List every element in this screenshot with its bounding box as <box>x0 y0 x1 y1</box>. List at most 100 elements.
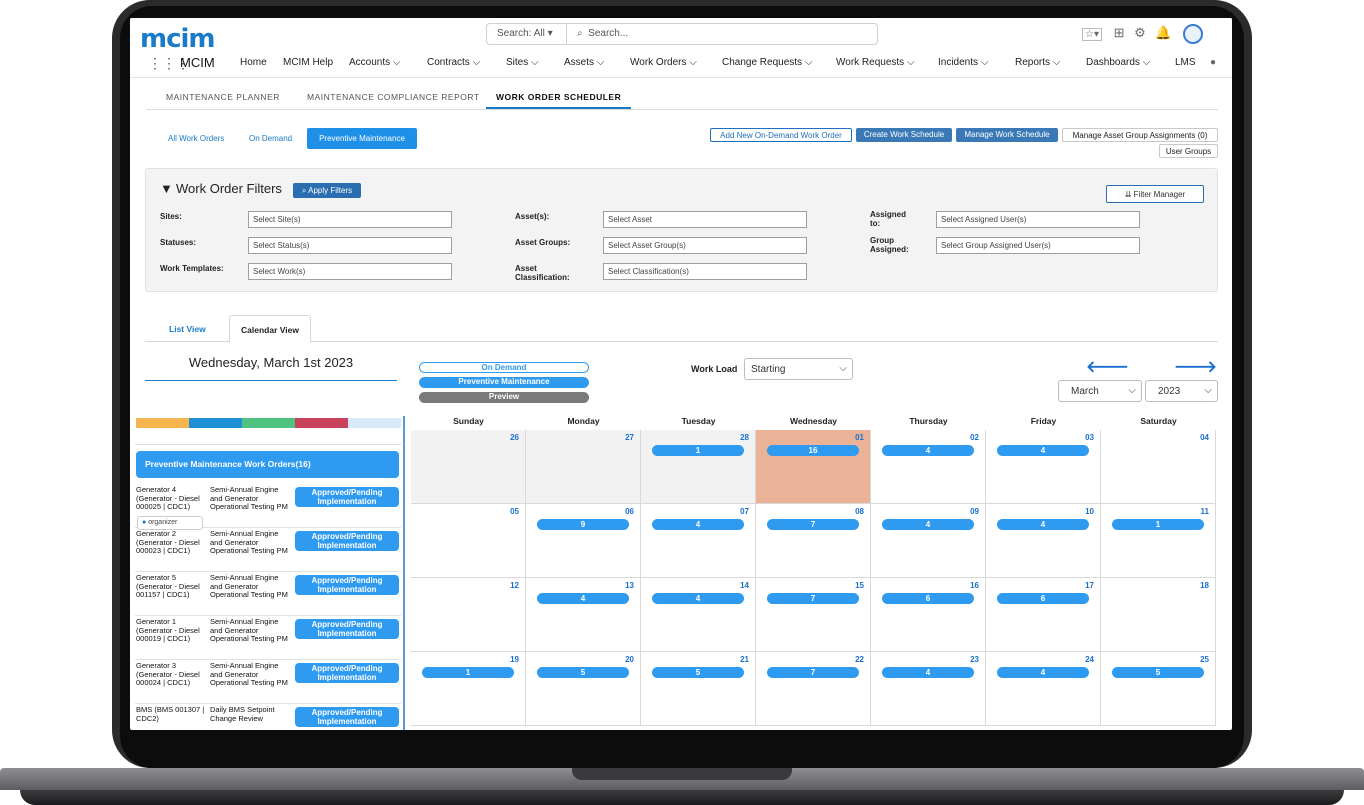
work-templates-input[interactable]: Select Work(s) <box>248 263 452 280</box>
previous-month-arrow-icon[interactable]: 🡐 <box>1086 356 1129 377</box>
nav-mcim-help[interactable]: MCIM Help <box>283 57 333 68</box>
work-order-count-pill[interactable]: 6 <box>882 593 974 604</box>
nav-sites[interactable]: Sites ⌵ <box>506 57 539 68</box>
month-select[interactable]: March ⌵ <box>1058 380 1142 402</box>
work-order-count-pill[interactable]: 4 <box>882 519 974 530</box>
filter-preventive-maintenance[interactable]: Preventive Maintenance <box>307 128 417 149</box>
calendar-day-cell[interactable]: 07 4 <box>641 504 756 578</box>
work-order-count-pill[interactable]: 4 <box>882 445 974 456</box>
add-icon[interactable]: ⊞ <box>1114 25 1125 40</box>
wo-status-badge[interactable]: Approved/Pending Implementation <box>295 487 399 507</box>
assigned-user-input[interactable]: Select Assigned User(s) <box>936 211 1140 228</box>
nav-home[interactable]: Home <box>240 57 267 68</box>
table-row[interactable]: Generator 1 (Generator - Diesel 000019 |… <box>135 616 401 660</box>
work-order-count-pill[interactable]: 5 <box>1112 667 1204 678</box>
nav-incidents[interactable]: Incidents ⌵ <box>938 57 988 68</box>
work-order-count-pill[interactable]: 1 <box>652 445 744 456</box>
work-order-count-pill[interactable]: 9 <box>537 519 629 530</box>
calendar-day-cell[interactable]: 25 5 <box>1101 652 1216 726</box>
calendar-day-cell[interactable]: 27 <box>526 430 641 504</box>
calendar-day-cell[interactable]: 28 1 <box>641 430 756 504</box>
calendar-day-cell[interactable]: 16 6 <box>871 578 986 652</box>
work-order-count-pill[interactable]: 1 <box>1112 519 1204 530</box>
asset-input[interactable]: Select Asset <box>603 211 807 228</box>
work-order-count-pill[interactable]: 7 <box>767 519 859 530</box>
favorites-star-icon[interactable]: ☆▾ <box>1082 28 1102 42</box>
calendar-day-cell[interactable]: 18 <box>1101 578 1216 652</box>
nav-work-requests[interactable]: Work Requests ⌵ <box>836 57 915 68</box>
year-select[interactable]: 2023 ⌵ <box>1145 380 1218 402</box>
calendar-day-cell[interactable]: 20 5 <box>526 652 641 726</box>
search-scope-dropdown[interactable]: Search: All ▾ <box>487 24 567 44</box>
calendar-day-cell[interactable]: 08 7 <box>756 504 871 578</box>
work-order-count-pill[interactable]: 4 <box>997 445 1089 456</box>
work-order-count-pill[interactable]: 1 <box>422 667 514 678</box>
calendar-day-cell[interactable]: 13 4 <box>526 578 641 652</box>
workload-select[interactable]: Starting ⌵ <box>744 358 853 380</box>
info-icon[interactable]: ● <box>1210 57 1216 68</box>
calendar-day-cell[interactable]: 09 4 <box>871 504 986 578</box>
nav-change-requests[interactable]: Change Requests ⌵ <box>722 57 812 68</box>
table-row[interactable]: Generator 2 (Generator - Diesel 000023 |… <box>135 528 401 572</box>
nav-dashboards[interactable]: Dashboards ⌵ <box>1086 57 1150 68</box>
nav-reports[interactable]: Reports ⌵ <box>1015 57 1060 68</box>
manage-asset-group-assignments-button[interactable]: Manage Asset Group Assignments (0) <box>1062 128 1218 142</box>
calendar-day-cell[interactable]: 23 4 <box>871 652 986 726</box>
wo-status-badge[interactable]: Approved/Pending Implementation <box>295 663 399 683</box>
work-order-count-pill[interactable]: 6 <box>997 593 1089 604</box>
calendar-day-cell[interactable]: 05 <box>411 504 526 578</box>
tab-work-order-scheduler[interactable]: WORK ORDER SCHEDULER <box>486 92 632 109</box>
organizer-toggle[interactable]: ● organizer <box>137 516 203 530</box>
calendar-day-cell[interactable]: 26 <box>411 430 526 504</box>
calendar-day-cell[interactable]: 19 1 <box>411 652 526 726</box>
nav-assets[interactable]: Assets ⌵ <box>564 57 604 68</box>
table-row[interactable]: BMS (BMS 001307 | CDC2) Daily BMS Setpoi… <box>135 704 401 730</box>
nav-contracts[interactable]: Contracts ⌵ <box>427 57 480 68</box>
work-order-count-pill[interactable]: 4 <box>537 593 629 604</box>
work-order-count-pill[interactable]: 7 <box>767 667 859 678</box>
work-order-count-pill[interactable]: 4 <box>652 519 744 530</box>
work-order-count-pill[interactable]: 5 <box>537 667 629 678</box>
calendar-day-cell[interactable]: 11 1 <box>1101 504 1216 578</box>
wo-status-badge[interactable]: Approved/Pending Implementation <box>295 531 399 551</box>
search-input[interactable]: ⌕ Search... <box>577 28 628 39</box>
next-month-arrow-icon[interactable]: 🡒 <box>1174 356 1217 377</box>
calendar-day-cell[interactable]: 04 <box>1101 430 1216 504</box>
calendar-day-cell[interactable]: 10 4 <box>986 504 1101 578</box>
calendar-day-cell[interactable]: 14 4 <box>641 578 756 652</box>
wo-status-badge[interactable]: Approved/Pending Implementation <box>295 619 399 639</box>
work-order-count-pill[interactable]: 4 <box>997 519 1089 530</box>
work-order-count-pill[interactable]: 7 <box>767 593 859 604</box>
classification-input[interactable]: Select Classification(s) <box>603 263 807 280</box>
sites-input[interactable]: Select Site(s) <box>248 211 452 228</box>
tab-maintenance-planner[interactable]: MAINTENANCE PLANNER <box>166 92 280 102</box>
avatar[interactable] <box>1183 24 1204 44</box>
tab-list-view[interactable]: List View <box>169 324 206 334</box>
calendar-day-cell[interactable]: 22 7 <box>756 652 871 726</box>
work-order-count-pill[interactable]: 16 <box>767 445 859 456</box>
tab-calendar-view[interactable]: Calendar View <box>229 315 311 343</box>
setup-gear-icon[interactable]: ⚙ <box>1134 25 1146 40</box>
statuses-input[interactable]: Select Status(s) <box>248 237 452 254</box>
user-groups-button[interactable]: User Groups <box>1159 144 1218 158</box>
calendar-day-cell[interactable]: 01 16 <box>756 430 871 504</box>
work-order-count-pill[interactable]: 4 <box>652 593 744 604</box>
table-row[interactable]: Generator 3 (Generator - Diesel 000024 |… <box>135 660 401 704</box>
calendar-day-cell[interactable]: 02 4 <box>871 430 986 504</box>
add-new-on-demand-button[interactable]: Add New On-Demand Work Order <box>710 128 852 142</box>
calendar-day-cell[interactable]: 17 6 <box>986 578 1101 652</box>
mcim-logo[interactable]: mcim <box>140 24 216 54</box>
calendar-day-cell[interactable]: 15 7 <box>756 578 871 652</box>
group-assigned-input[interactable]: Select Group Assigned User(s) <box>936 237 1140 254</box>
manage-work-schedule-button[interactable]: Manage Work Schedule <box>956 128 1058 142</box>
work-order-count-pill[interactable]: 4 <box>882 667 974 678</box>
wo-status-badge[interactable]: Approved/Pending Implementation <box>295 707 399 727</box>
calendar-day-cell[interactable]: 21 5 <box>641 652 756 726</box>
filter-on-demand[interactable]: On Demand <box>249 134 292 143</box>
create-work-schedule-button[interactable]: Create Work Schedule <box>856 128 952 142</box>
nav-lms[interactable]: LMS <box>1175 57 1196 68</box>
asset-groups-input[interactable]: Select Asset Group(s) <box>603 237 807 254</box>
calendar-day-cell[interactable]: 12 <box>411 578 526 652</box>
nav-work-orders[interactable]: Work Orders ⌵ <box>630 57 697 68</box>
calendar-day-cell[interactable]: 03 4 <box>986 430 1101 504</box>
